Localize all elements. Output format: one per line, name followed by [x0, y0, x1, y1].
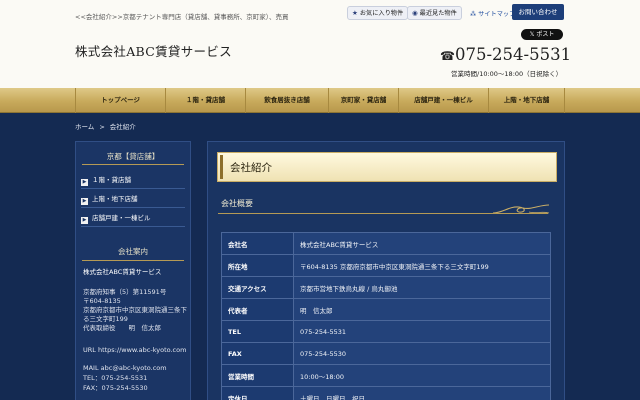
eye-icon: ◉: [412, 9, 418, 17]
company-info-table: 会社名 株式会社ABC賃貸サービス 所在地 〒604-8135 京都府京都市中京区東洞…: [221, 232, 551, 400]
row-value: 明 信太郎: [293, 298, 551, 321]
favorites-label: お気に入り物件: [359, 10, 404, 17]
main-content: 会社紹介 会社概要 会社名 株式会社ABC賃貸サービス 所在地 〒604-8135 京…: [207, 141, 565, 400]
table-row: 定休日 土曜日、日曜日、祝日: [221, 386, 551, 400]
row-label: 代表者: [221, 298, 294, 321]
favorites-button[interactable]: ★ お気に入り物件: [347, 6, 409, 20]
recent-button[interactable]: ◉ 最近見た物件: [407, 6, 462, 20]
sidebar-representative: 代表取締役 明 信太郎: [83, 324, 161, 332]
site-logo[interactable]: 株式会社ABC賃貸サービス: [75, 41, 232, 60]
page-title: 会社紹介: [230, 162, 272, 174]
section-divider: [218, 213, 548, 214]
nav-item-top[interactable]: トップページ: [75, 88, 165, 113]
arrow-right-icon: ▶: [81, 179, 88, 186]
sidebar-link-label: 上階・地下店舗: [92, 195, 138, 203]
breadcrumb-current: 会社紹介: [109, 123, 136, 131]
breadcrumb-separator: >: [99, 123, 105, 131]
sidebar-link-label: １階・貸店舗: [92, 176, 131, 184]
row-label: 所在地: [221, 254, 294, 277]
sidebar-divider: [82, 164, 184, 165]
table-row: 営業時間 10:00～18:00: [221, 364, 551, 387]
recent-label: 最近見た物件: [419, 10, 457, 17]
star-icon: ★: [352, 9, 358, 17]
contact-button[interactable]: お問い合わせ: [512, 4, 564, 20]
nav-item-restaurant[interactable]: 飲食居抜き店舗: [245, 88, 328, 113]
phone-icon: ☎: [440, 49, 455, 63]
row-value: 京都市営地下鉄烏丸線 / 烏丸御池: [293, 276, 551, 299]
sidebar-link-building[interactable]: ▶ 店舗戸建・一棟ビル: [81, 210, 185, 227]
nav-item-upper-basement[interactable]: 上階・地下店舗: [488, 88, 565, 113]
phone-number: 075-254-5531: [454, 45, 572, 64]
row-label: 定休日: [221, 386, 294, 400]
sidebar-license: 京都府知事（5）第11591号: [83, 288, 167, 296]
row-value: 株式会社ABC賃貸サービス: [293, 232, 551, 255]
header-phone[interactable]: ☎075-254-5531: [440, 45, 571, 64]
x-post-button[interactable]: 𝕏 ポスト: [521, 29, 563, 40]
sidebar-postal: 〒604-8135: [83, 297, 121, 305]
sidebar-address: 京都府京都市中京区東洞院通三条下る三文字町199: [83, 306, 187, 323]
row-label: 交通アクセス: [221, 276, 294, 299]
table-row: 交通アクセス 京都市営地下鉄烏丸線 / 烏丸御池: [221, 276, 551, 299]
sidebar-link-label: 店舗戸建・一棟ビル: [92, 214, 151, 222]
nav-item-building[interactable]: 店舗戸建・一棟ビル: [398, 88, 488, 113]
table-row: TEL 075-254-5531: [221, 320, 551, 343]
nav-item-machiya[interactable]: 京町家・貸店舗: [328, 88, 398, 113]
breadcrumb: ホーム > 会社紹介: [75, 121, 136, 131]
arrow-right-icon: ▶: [81, 217, 88, 224]
sidebar-link-ground-floor[interactable]: ▶ １階・貸店舗: [81, 172, 185, 189]
row-label: 会社名: [221, 232, 294, 255]
header-tagline: <<会社紹介>>京都テナント専門店（貸店舗、貸事務所、京町家）、売買: [75, 13, 289, 21]
row-value: 10:00～18:00: [293, 364, 551, 387]
sidebar-divider: [82, 260, 184, 261]
nav-item-ground-floor[interactable]: １階・貸店舗: [165, 88, 245, 113]
row-value: 075-254-5530: [293, 342, 551, 365]
global-nav: トップページ １階・貸店舗 飲食居抜き店舗 京町家・貸店舗 店舗戸建・一棟ビル …: [0, 88, 640, 113]
row-label: 営業時間: [221, 364, 294, 387]
business-hours: 営業時間/10:00～18:00（日祝除く）: [451, 70, 563, 78]
row-value: 075-254-5531: [293, 320, 551, 343]
sitemap-label: サイトマップ: [478, 11, 516, 18]
title-accent-bar: [220, 155, 223, 179]
arrow-right-icon: ▶: [81, 198, 88, 205]
sidebar: 京都【貸店舗】 ▶ １階・貸店舗 ▶ 上階・地下店舗 ▶ 店舗戸建・一棟ビル 会社案内…: [75, 141, 191, 400]
page-title-box: 会社紹介: [217, 152, 557, 182]
sidebar-section-title: 京都【貸店舗】: [106, 152, 160, 161]
sitemap-link[interactable]: ⁂ サイトマップ: [470, 9, 515, 18]
sidebar-mail[interactable]: MAIL abc@abc-kyoto.com: [83, 364, 187, 373]
table-row: FAX 075-254-5530: [221, 342, 551, 365]
section-title: 会社概要: [221, 199, 253, 208]
row-value: 〒604-8135 京都府京都市中京区東洞院通三条下る三文字町199: [293, 254, 551, 277]
row-label: TEL: [221, 320, 294, 343]
table-row: 代表者明 信太郎: [221, 298, 551, 321]
site-header: <<会社紹介>>京都テナント専門店（貸店舗、貸事務所、京町家）、売買 株式会社A…: [0, 0, 640, 88]
row-value: 土曜日、日曜日、祝日: [293, 386, 551, 400]
sidebar-link-upper-basement[interactable]: ▶ 上階・地下店舗: [81, 191, 185, 208]
table-row: 所在地 〒604-8135 京都府京都市中京区東洞院通三条下る三文字町199: [221, 254, 551, 277]
x-logo-icon: 𝕏: [529, 31, 535, 38]
x-post-label: ポスト: [536, 31, 555, 38]
table-row: 会社名 株式会社ABC賃貸サービス: [221, 232, 551, 255]
sidebar-company-title: 会社案内: [118, 247, 148, 256]
sitemap-icon: ⁂: [470, 11, 477, 18]
breadcrumb-home[interactable]: ホーム: [75, 123, 94, 131]
sidebar-company-name: 株式会社ABC賃貸サービス: [83, 268, 162, 276]
row-label: FAX: [221, 342, 294, 365]
sidebar-url[interactable]: URL https://www.abc-kyoto.com: [83, 346, 187, 355]
sidebar-fax: FAX：075-254-5530: [83, 384, 148, 392]
sidebar-tel: TEL：075-254-5531: [83, 374, 148, 382]
